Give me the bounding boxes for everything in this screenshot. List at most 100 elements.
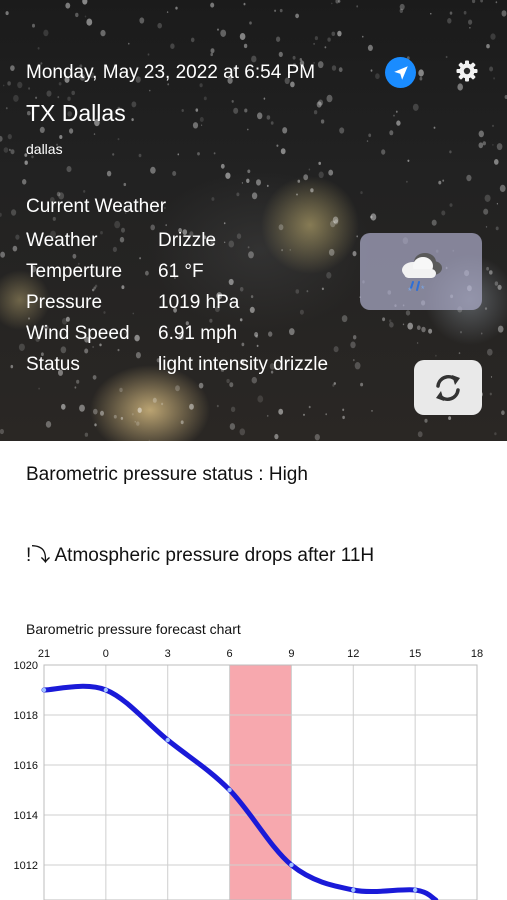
raindrop xyxy=(257,112,263,120)
pressure-row: Pressure 1019 hPa xyxy=(26,292,366,316)
raindrop xyxy=(449,11,453,15)
raindrop xyxy=(486,266,489,271)
raindrop xyxy=(220,29,227,37)
raindrop xyxy=(389,322,394,328)
settings-button[interactable] xyxy=(454,58,480,84)
raindrop xyxy=(45,421,52,428)
raindrop xyxy=(76,379,80,384)
raindrop xyxy=(157,22,162,29)
raindrop xyxy=(496,143,503,151)
raindrop xyxy=(10,149,15,155)
raindrop xyxy=(10,364,14,369)
raindrop xyxy=(239,33,246,40)
raindrop xyxy=(327,37,331,42)
raindrop xyxy=(243,43,248,49)
raindrop xyxy=(239,287,244,292)
raindrop xyxy=(303,413,305,416)
raindrop xyxy=(83,190,86,193)
raindrop xyxy=(313,42,315,45)
x-tick-label: 12 xyxy=(347,648,359,660)
raindrop xyxy=(256,179,261,186)
raindrop xyxy=(117,348,120,352)
raindrop xyxy=(0,251,5,258)
raindrop xyxy=(342,415,345,420)
pressure-trend: !⤵ Atmospheric pressure drops after 11H xyxy=(26,545,375,566)
raindrop xyxy=(112,153,115,156)
raindrop xyxy=(3,84,5,87)
raindrop xyxy=(201,124,203,126)
raindrop xyxy=(213,152,216,155)
raindrop xyxy=(161,402,164,406)
raindrop xyxy=(367,44,373,52)
raindrop xyxy=(84,432,89,437)
data-point xyxy=(165,737,170,743)
raindrop xyxy=(370,213,377,221)
raindrop xyxy=(128,42,130,45)
raindrop xyxy=(229,423,236,430)
raindrop xyxy=(441,210,446,216)
raindrop xyxy=(66,166,72,173)
raindrop xyxy=(37,47,40,50)
raindrop xyxy=(226,378,230,384)
raindrop xyxy=(417,431,423,438)
raindrop xyxy=(342,408,345,412)
raindrop xyxy=(399,3,405,11)
raindrop xyxy=(482,141,486,146)
raindrop xyxy=(484,194,491,202)
raindrop xyxy=(0,428,4,435)
raindrop xyxy=(239,428,246,436)
raindrop xyxy=(75,12,79,18)
raindrop xyxy=(119,387,123,393)
raindrop xyxy=(197,152,200,156)
y-tick-label: 1014 xyxy=(14,810,38,822)
x-tick-label: 6 xyxy=(227,648,233,660)
raindrop xyxy=(117,138,120,141)
raindrop xyxy=(148,439,150,441)
raindrop xyxy=(489,66,494,72)
raindrop xyxy=(276,144,279,147)
raindrop xyxy=(492,124,494,127)
raindrop xyxy=(266,184,269,187)
status-value: light intensity drizzle xyxy=(158,354,329,375)
current-location-button[interactable] xyxy=(385,57,416,88)
refresh-button[interactable] xyxy=(414,360,482,415)
raindrop xyxy=(296,193,298,196)
raindrop xyxy=(318,161,322,165)
raindrop xyxy=(447,18,452,24)
raindrop xyxy=(131,413,134,416)
x-tick-label: 0 xyxy=(103,648,109,660)
raindrop xyxy=(412,103,419,111)
current-weather-heading: Current Weather xyxy=(26,196,167,217)
raindrop xyxy=(251,192,258,200)
raindrop xyxy=(416,342,419,344)
raindrop xyxy=(220,163,225,169)
raindrop xyxy=(257,395,264,403)
raindrop xyxy=(389,130,394,136)
pressure-forecast-chart: 21 0 3 6 9 12 15 18 1020 1018 1016 1014 1012 xyxy=(14,648,483,900)
raindrop xyxy=(484,307,488,310)
raindrop xyxy=(93,286,96,290)
raindrop xyxy=(308,405,311,409)
raindrop xyxy=(0,135,3,142)
raindrop xyxy=(278,51,283,58)
raindrop xyxy=(74,386,77,389)
raindrop xyxy=(131,118,134,122)
raindrop xyxy=(368,133,372,138)
raindrop xyxy=(223,222,226,225)
raindrop xyxy=(199,117,204,122)
wind-speed-value: 6.91 mph xyxy=(158,323,238,344)
raindrop xyxy=(59,135,63,139)
raindrop xyxy=(458,352,461,355)
raindrop xyxy=(195,108,199,112)
weather-row: Weather Drizzle xyxy=(26,230,366,254)
y-tick-label: 1016 xyxy=(14,760,38,772)
raindrop xyxy=(170,43,175,49)
raindrop xyxy=(494,159,499,165)
raindrop xyxy=(7,134,12,140)
raindrop xyxy=(134,421,136,423)
raindrop xyxy=(468,19,473,25)
raindrop xyxy=(320,119,325,124)
raindrop xyxy=(114,220,121,229)
data-point xyxy=(103,687,109,693)
raindrop xyxy=(86,18,93,26)
